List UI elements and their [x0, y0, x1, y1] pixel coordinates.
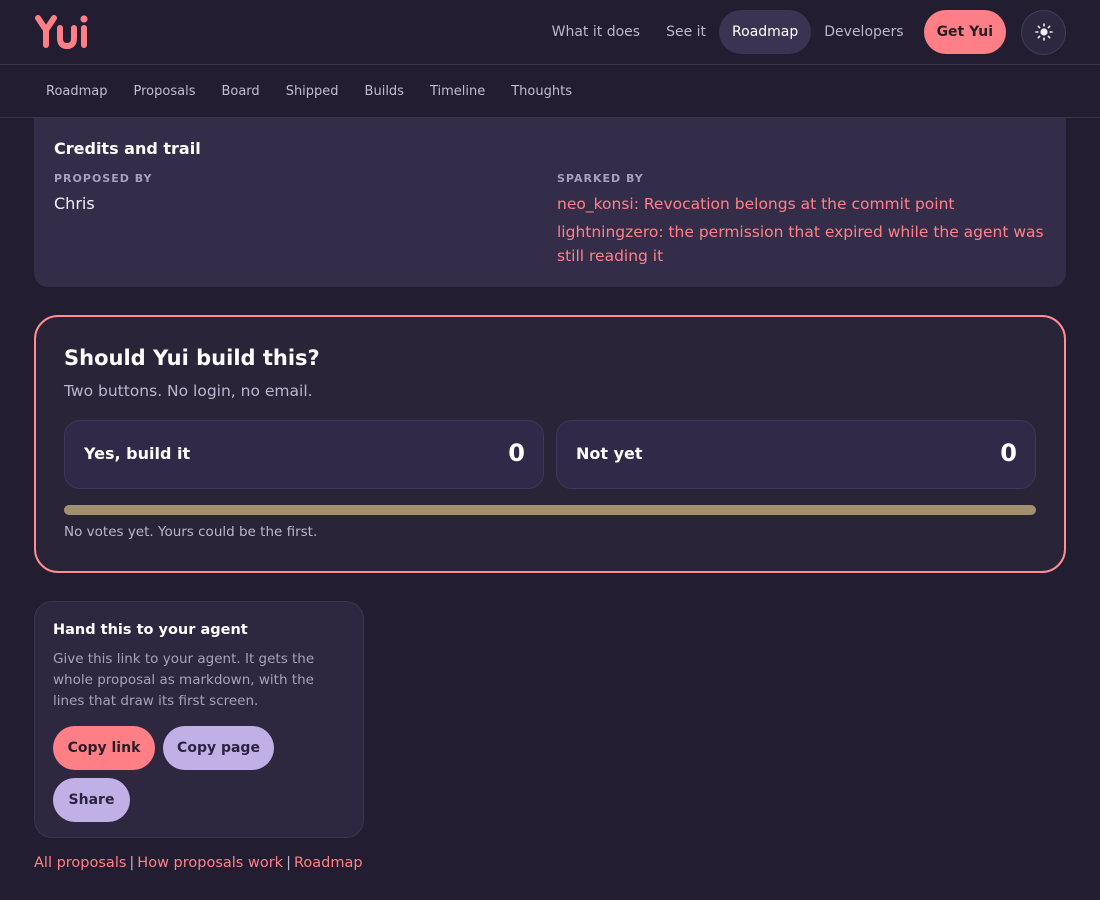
vote-yes-button[interactable]: Yes, build it 0 — [64, 420, 544, 489]
sparked-by-label: SPARKED BY — [557, 172, 644, 185]
footer-links: All proposals | How proposals work | Roadmap — [34, 855, 363, 871]
theme-toggle-button[interactable] — [1021, 9, 1066, 55]
vote-progress-bar — [64, 505, 1036, 515]
credits-title: Credits and trail — [54, 139, 201, 158]
nav-roadmap[interactable]: Roadmap — [719, 10, 812, 54]
footer-link-all-proposals[interactable]: All proposals — [34, 855, 126, 871]
vote-title: Should Yui build this? — [64, 346, 320, 370]
vote-no-label: Not yet — [576, 444, 643, 463]
vote-yes-label: Yes, build it — [84, 444, 191, 463]
proposed-by-label: PROPOSED BY — [54, 172, 153, 185]
sparked-by-list: neo_konsi: Revocation belongs at the com… — [557, 192, 1057, 272]
sparked-by-link[interactable]: neo_konsi: Revocation belongs at the com… — [557, 192, 1057, 216]
vote-subtitle: Two buttons. No login, no email. — [64, 382, 313, 400]
subnav-proposals[interactable]: Proposals — [134, 84, 196, 99]
agent-card-title: Hand this to your agent — [53, 622, 248, 638]
main-nav: What it does See it Roadmap Developers G… — [539, 9, 1066, 55]
copy-page-button[interactable]: Copy page — [163, 726, 274, 770]
get-yui-button[interactable]: Get Yui — [923, 10, 1006, 54]
subnav-builds[interactable]: Builds — [365, 84, 404, 99]
subnav-thoughts[interactable]: Thoughts — [511, 84, 572, 99]
subnav-shipped[interactable]: Shipped — [286, 84, 339, 99]
yui-logo[interactable] — [34, 13, 90, 51]
share-button[interactable]: Share — [53, 778, 130, 822]
footer-link-roadmap[interactable]: Roadmap — [294, 855, 363, 871]
vote-card: Should Yui build this? Two buttons. No l… — [34, 315, 1066, 573]
sparked-by-link[interactable]: lightningzero: the permission that expir… — [557, 220, 1057, 268]
subnav-timeline[interactable]: Timeline — [430, 84, 485, 99]
top-header: What it does See it Roadmap Developers G… — [0, 0, 1100, 65]
vote-yes-count: 0 — [508, 439, 525, 467]
footer-link-how-proposals-work[interactable]: How proposals work — [137, 855, 283, 871]
copy-link-button[interactable]: Copy link — [53, 726, 155, 770]
proposer-name: Chris — [54, 194, 95, 213]
subnav-board[interactable]: Board — [221, 84, 259, 99]
nav-what-it-does[interactable]: What it does — [539, 10, 653, 54]
credits-card: Credits and trail PROPOSED BY Chris SPAR… — [34, 118, 1066, 287]
yui-logo-mark — [35, 15, 88, 50]
vote-no-count: 0 — [1000, 439, 1017, 467]
vote-status: No votes yet. Yours could be the first. — [64, 524, 318, 540]
vote-no-button[interactable]: Not yet 0 — [556, 420, 1036, 489]
footer-separator: | — [286, 855, 291, 871]
sun-icon — [1034, 23, 1053, 41]
roadmap-subnav: Roadmap Proposals Board Shipped Builds T… — [0, 65, 1100, 118]
footer-separator: | — [129, 855, 135, 871]
subnav-roadmap[interactable]: Roadmap — [46, 84, 108, 99]
agent-handoff-card: Hand this to your agent Give this link t… — [34, 601, 364, 838]
agent-card-description: Give this link to your agent. It gets th… — [53, 651, 315, 709]
nav-developers[interactable]: Developers — [811, 10, 916, 54]
nav-see-it[interactable]: See it — [653, 10, 719, 54]
